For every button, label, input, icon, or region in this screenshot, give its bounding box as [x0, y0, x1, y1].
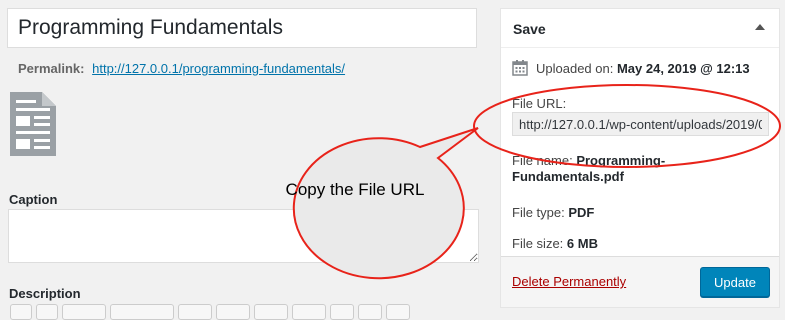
delete-permanently-link[interactable]: Delete Permanently [512, 274, 626, 289]
permalink-label: Permalink: [18, 61, 85, 76]
toolbar-button[interactable] [330, 304, 354, 320]
toolbar-button[interactable] [292, 304, 326, 320]
document-icon [8, 90, 58, 158]
toolbar-button[interactable] [254, 304, 288, 320]
file-url-label: File URL: [512, 96, 567, 111]
toolbar-button[interactable] [62, 304, 106, 320]
uploaded-value: May 24, 2019 @ 12:13 [616, 61, 750, 76]
file-name-label: File name: [512, 153, 573, 168]
metabox-footer: Delete Permanently Update [501, 256, 779, 307]
file-size-label: File size: [512, 236, 564, 251]
permalink: Permalink: http://127.0.0.1/programming-… [18, 61, 345, 76]
toolbar-button[interactable] [36, 304, 58, 320]
calendar-icon [512, 60, 528, 79]
callout-text: Copy the File URL [285, 180, 425, 199]
file-type-label: File type: [512, 205, 565, 220]
file-url-input[interactable] [512, 112, 769, 136]
collapse-arrow-icon[interactable] [755, 24, 765, 30]
title-input[interactable] [7, 8, 477, 48]
metabox-title: Save [513, 21, 546, 37]
file-size-value: 6 MB [566, 236, 598, 251]
file-name: File name: Programming-Fundamentals.pdf [512, 153, 712, 185]
update-button[interactable]: Update [700, 267, 770, 297]
permalink-link[interactable]: http://127.0.0.1/programming-fundamental… [92, 61, 345, 76]
file-type: File type: PDF [512, 205, 712, 221]
caption-textarea[interactable] [8, 209, 479, 263]
toolbar-button[interactable] [386, 304, 410, 320]
uploaded-on: Uploaded on: May 24, 2019 @ 12:13 [512, 60, 750, 79]
description-label: Description [9, 286, 81, 301]
file-size: File size: 6 MB [512, 236, 712, 252]
file-type-value: PDF [568, 205, 595, 220]
toolbar-button[interactable] [110, 304, 174, 320]
toolbar-button[interactable] [216, 304, 250, 320]
metabox-header[interactable]: Save [501, 9, 779, 48]
uploaded-label: Uploaded on: [536, 61, 614, 76]
toolbar-button[interactable] [358, 304, 382, 320]
toolbar-button[interactable] [178, 304, 212, 320]
caption-label: Caption [9, 192, 58, 207]
save-metabox: Save Uploaded on: May 24, 2019 @ 12:13 F… [500, 8, 780, 308]
toolbar-button[interactable] [10, 304, 32, 320]
